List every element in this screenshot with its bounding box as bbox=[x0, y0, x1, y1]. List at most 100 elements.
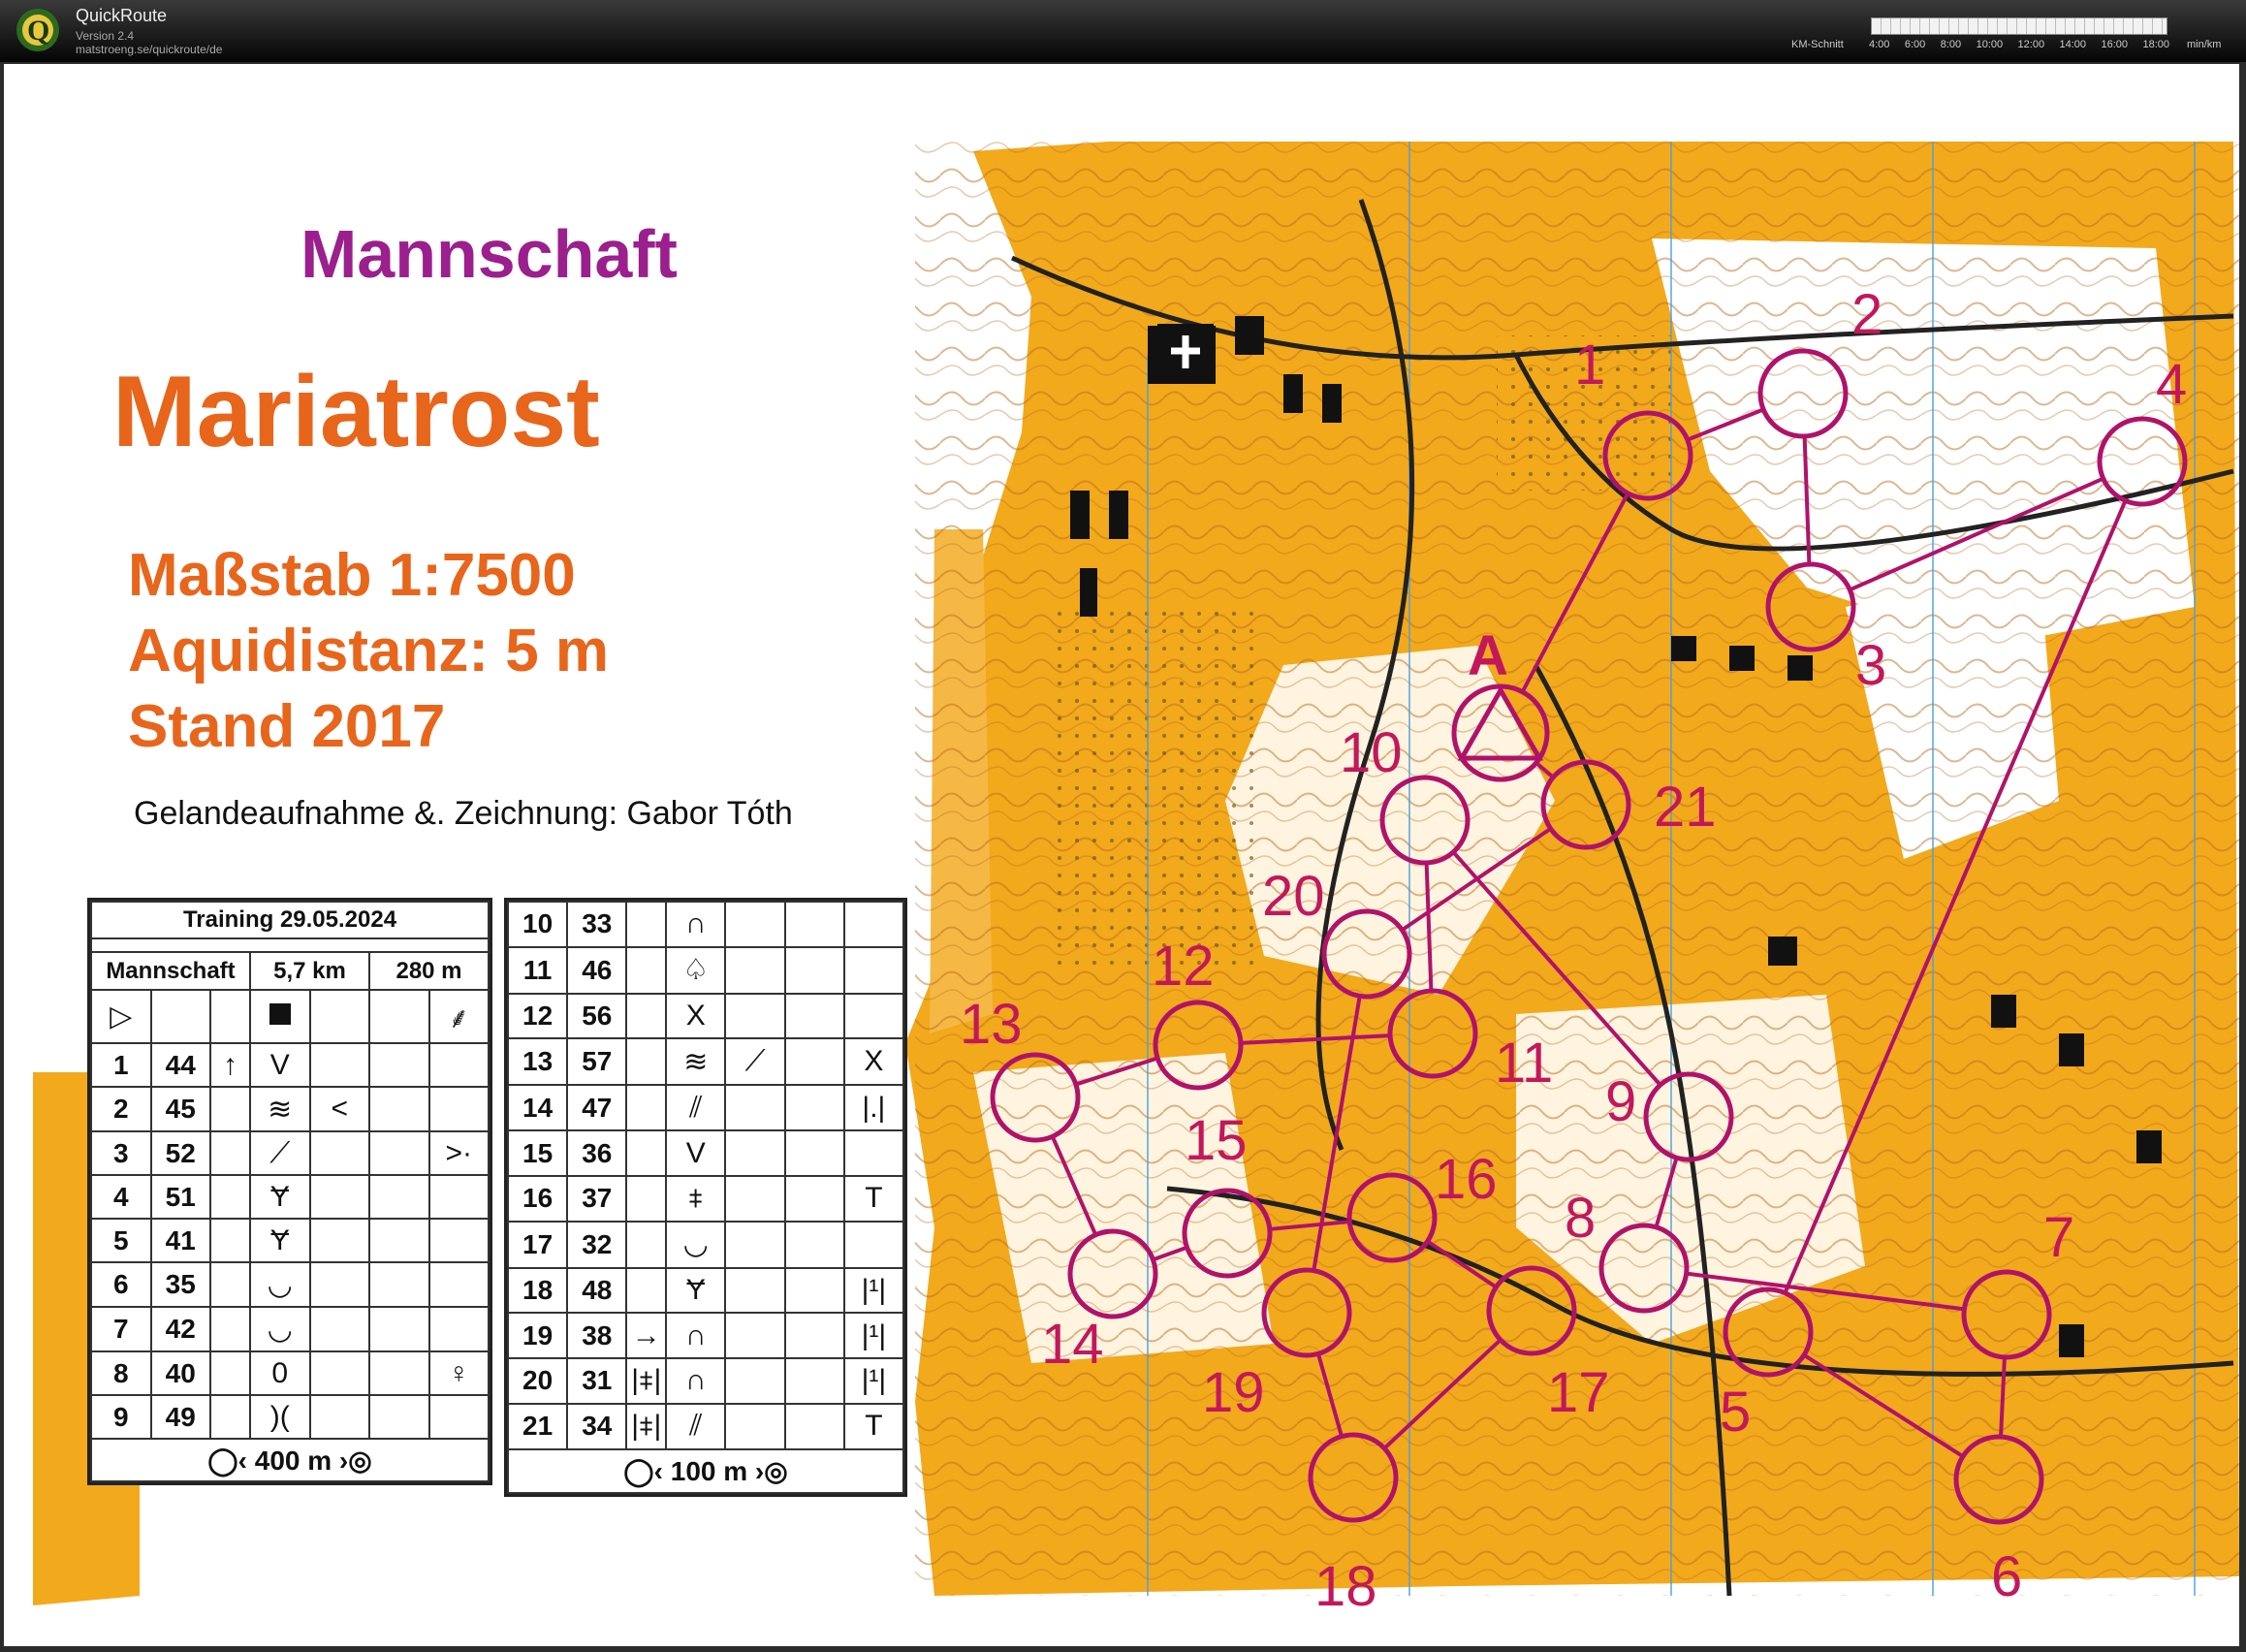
cd-detail bbox=[724, 901, 786, 948]
cd-row: 18 48 Ɏ |¹| bbox=[506, 1266, 905, 1315]
cd-dimension bbox=[783, 1357, 845, 1405]
control-number: 1 bbox=[1574, 334, 1605, 397]
cd-row: 3 52 ⟋ >· bbox=[90, 1130, 490, 1177]
cd-position bbox=[842, 945, 905, 995]
cd-number: 12 bbox=[506, 992, 569, 1040]
cd-row: 15 36 V bbox=[506, 1129, 905, 1177]
control-number: 6 bbox=[1991, 1545, 2022, 1608]
cd-dimension bbox=[368, 1130, 430, 1177]
cd-row: 8 40 0 ♀ bbox=[90, 1350, 490, 1397]
cd-detail bbox=[308, 1174, 370, 1221]
cd-code: 51 bbox=[149, 1174, 211, 1221]
cd-which bbox=[625, 1129, 668, 1177]
pace-tick: 18:00 bbox=[2142, 39, 2169, 50]
cd-code: 34 bbox=[566, 1402, 628, 1450]
cd-feature: V bbox=[665, 1129, 727, 1177]
cd-position: T bbox=[842, 1402, 905, 1450]
cd-dimension bbox=[368, 1350, 430, 1397]
cd-feature: Ɏ bbox=[249, 1218, 311, 1263]
cd-dimension bbox=[783, 901, 845, 948]
cd-feature: ∩ bbox=[665, 901, 727, 948]
cd-feature: ⟋ bbox=[249, 1130, 311, 1177]
cd-code: 40 bbox=[149, 1350, 211, 1397]
cd-position: T bbox=[842, 1174, 905, 1223]
cd-number: 3 bbox=[90, 1130, 152, 1177]
cd-number: 15 bbox=[506, 1129, 569, 1177]
control-number: 5 bbox=[1720, 1381, 1751, 1444]
cd-feature: Ɏ bbox=[249, 1174, 311, 1221]
control-number: 10 bbox=[1340, 721, 1403, 784]
cd-row: 2 45 ≋ < bbox=[90, 1085, 490, 1133]
cd-which: |⧧| bbox=[625, 1402, 668, 1450]
cd-number: 17 bbox=[506, 1220, 569, 1269]
cd-position: X bbox=[842, 1037, 905, 1087]
cd-number: 18 bbox=[506, 1266, 569, 1315]
app-url[interactable]: matstroeng.se/quickroute/de bbox=[76, 43, 222, 56]
pace-tick: 8:00 bbox=[1940, 39, 1962, 50]
cd-dimension bbox=[783, 1402, 845, 1450]
cd-feature: V bbox=[249, 1042, 311, 1088]
control-number: 4 bbox=[2156, 353, 2187, 416]
cd-code: 35 bbox=[149, 1260, 211, 1309]
control-description-left: Training 29.05.2024 Mannschaft 5,7 km 28… bbox=[87, 898, 492, 1485]
map-equidistance: Aquidistanz: 5 m bbox=[128, 618, 610, 684]
control-number: 18 bbox=[1314, 1555, 1377, 1618]
cd-which bbox=[625, 1220, 668, 1269]
cd-feature: ≋ bbox=[665, 1037, 727, 1087]
cd-footer: ◯‹ 100 m ›◎ bbox=[507, 1447, 904, 1495]
cd-dimension bbox=[368, 1306, 430, 1353]
cd-dimension bbox=[783, 1084, 845, 1132]
cd-row: 20 31 |⧧| ∩ |¹| bbox=[506, 1357, 905, 1405]
cd-number: 8 bbox=[90, 1350, 152, 1397]
cd-detail bbox=[308, 1042, 370, 1088]
control-number: 11 bbox=[1495, 1032, 1553, 1095]
course-class-title: Mannschaft bbox=[301, 216, 678, 292]
control-description-right: 10 33 ∩ 11 46 ♤ 12 56 X 13 57 ≋ ⟋ X 14 47 ⫽ |.| 15 36 V 16 37 ⧧… bbox=[504, 898, 907, 1497]
cd-code: 41 bbox=[149, 1218, 211, 1263]
cd-start-feature bbox=[249, 988, 311, 1045]
cd-feature: )( bbox=[249, 1394, 311, 1441]
cd-which bbox=[625, 1266, 668, 1315]
pace-tick: 14:00 bbox=[2059, 39, 2087, 50]
cd-feature: X bbox=[665, 992, 727, 1040]
cd-number: 5 bbox=[90, 1218, 152, 1263]
cd-detail bbox=[308, 1218, 370, 1263]
pace-legend-ticks: 4:00 6:00 8:00 10:00 12:00 14:00 16:00 18:00 bbox=[1869, 39, 2169, 50]
cd-event: Training 29.05.2024 bbox=[90, 900, 490, 940]
cd-position bbox=[842, 901, 905, 948]
cd-which: → bbox=[625, 1312, 668, 1360]
orienteering-map[interactable]: A 1 2 3 4 5 6 7 8 9 10 11 12 13 14 15 16 17 18 19 20 21 Manns… bbox=[4, 64, 2239, 1646]
cd-dimension bbox=[783, 992, 845, 1040]
cd-number: 13 bbox=[506, 1037, 569, 1087]
cd-detail bbox=[724, 1174, 786, 1223]
cd-dimension bbox=[368, 1394, 430, 1441]
cd-number: 16 bbox=[506, 1174, 569, 1223]
app-name: QuickRoute bbox=[76, 6, 168, 25]
cd-feature: 0 bbox=[249, 1350, 311, 1397]
control-number: 20 bbox=[1262, 865, 1325, 928]
control-number: 15 bbox=[1185, 1109, 1248, 1172]
cd-number: 11 bbox=[506, 945, 569, 995]
cd-row: 1 44 ↑ V bbox=[90, 1042, 490, 1088]
cd-code: 45 bbox=[149, 1085, 211, 1133]
cd-which bbox=[209, 1130, 251, 1177]
cd-code: 47 bbox=[566, 1084, 628, 1132]
cd-cell bbox=[368, 988, 430, 1045]
app-version: Version 2.4 bbox=[76, 29, 135, 43]
cd-row: 4 51 Ɏ bbox=[90, 1174, 490, 1221]
cd-detail bbox=[724, 1357, 786, 1405]
svg-text:Q: Q bbox=[27, 15, 49, 47]
cd-position bbox=[427, 1174, 490, 1221]
cd-which: |⧧| bbox=[625, 1357, 668, 1405]
cd-number: 19 bbox=[506, 1312, 569, 1360]
cd-which bbox=[209, 1306, 251, 1353]
pace-tick: 16:00 bbox=[2101, 39, 2129, 50]
cd-number: 2 bbox=[90, 1085, 152, 1133]
cd-detail: < bbox=[308, 1085, 370, 1133]
cd-cell bbox=[308, 988, 370, 1045]
cd-which bbox=[209, 1085, 251, 1133]
cd-which bbox=[625, 1174, 668, 1223]
cd-length: 5,7 km bbox=[249, 951, 370, 991]
cd-row: 14 47 ⫽ |.| bbox=[506, 1084, 905, 1132]
control-number: 16 bbox=[1435, 1148, 1498, 1211]
